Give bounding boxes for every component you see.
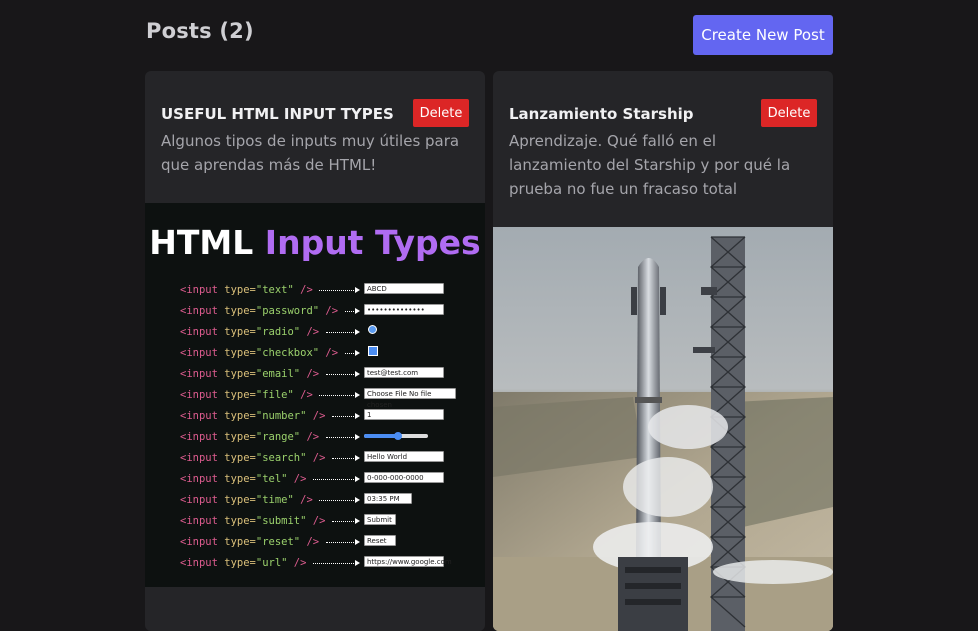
image-heading-purple: Input Types — [264, 223, 481, 262]
input-type-row: <input type="submit" /> Submit — [180, 511, 480, 532]
create-new-post-button[interactable]: Create New Post — [693, 15, 833, 55]
arrow-icon — [344, 350, 361, 356]
demo-input: •••••••••••••• — [364, 304, 444, 316]
code-snippet: <input type="submit" /> — [180, 515, 326, 527]
code-snippet: <input type="file" /> — [180, 389, 313, 401]
image-heading-white: HTML — [149, 223, 254, 262]
demo-input: Hello World — [364, 451, 444, 463]
input-type-row: <input type="radio" /> — [180, 322, 480, 343]
input-type-row: <input type="range" /> — [180, 427, 480, 448]
input-type-row: <input type="password" /> •••••••••••••• — [180, 301, 480, 322]
delete-button[interactable]: Delete — [761, 99, 817, 127]
arrow-icon — [325, 434, 361, 440]
post-card: Lanzamiento Starship Delete Aprendizaje.… — [493, 71, 833, 631]
post-title: USEFUL HTML INPUT TYPES — [161, 105, 394, 123]
input-type-row: <input type="time" /> 03:35 PM — [180, 490, 480, 511]
input-type-row: <input type="url" /> https://www.google.c… — [180, 553, 480, 574]
demo-input — [364, 430, 428, 442]
code-snippet: <input type="tel" /> — [180, 473, 307, 485]
demo-input: Submit — [364, 514, 396, 526]
code-snippet: <input type="email" /> — [180, 368, 320, 380]
demo-input: test@test.com — [364, 367, 444, 379]
demo-input: 03:35 PM — [364, 493, 412, 505]
post-card: USEFUL HTML INPUT TYPES Delete Algunos t… — [145, 71, 485, 631]
input-type-row: <input type="email" /> test@test.com — [180, 364, 480, 385]
demo-input — [364, 325, 377, 337]
arrow-icon — [332, 413, 360, 419]
arrow-icon — [325, 329, 361, 335]
arrow-icon — [313, 476, 360, 482]
code-snippet: <input type="text" /> — [180, 284, 313, 296]
input-type-row: <input type="text" /> ABCD — [180, 280, 480, 301]
demo-input: 1 — [364, 409, 444, 421]
demo-input: ABCD — [364, 283, 444, 295]
code-snippet: <input type="range" /> — [180, 431, 320, 443]
arrow-icon — [332, 455, 360, 461]
demo-input: Choose File No file chosen — [364, 388, 456, 409]
code-snippet: <input type="number" /> — [180, 410, 326, 422]
input-type-row: <input type="file" /> Choose File No file… — [180, 385, 480, 409]
image-heading: HTML Input Types — [145, 223, 485, 262]
code-snippet: <input type="checkbox" /> — [180, 347, 339, 359]
arrow-icon — [344, 308, 361, 314]
arrow-icon — [319, 287, 360, 293]
post-image-html-input-types: HTML Input Types <input type="text" /> AB… — [145, 203, 485, 587]
input-type-row: <input type="number" /> 1 — [180, 406, 480, 427]
code-snippet: <input type="search" /> — [180, 452, 326, 464]
post-image-starship-launch — [493, 227, 833, 631]
demo-input — [364, 346, 378, 358]
post-description: Algunos tipos de inputs muy útiles para … — [161, 132, 460, 174]
demo-input: https://www.google.com — [364, 556, 452, 568]
demo-input: Reset — [364, 535, 396, 547]
code-snippet: <input type="password" /> — [180, 305, 339, 317]
delete-button[interactable]: Delete — [413, 99, 469, 127]
code-snippet: <input type="time" /> — [180, 494, 313, 506]
starship-photo — [493, 227, 833, 631]
page-header: Posts (2) Create New Post — [146, 14, 833, 56]
demo-input: 0-000-000-0000 — [364, 472, 444, 484]
arrow-icon — [313, 560, 360, 566]
code-snippet: <input type="url" /> — [180, 557, 307, 569]
code-snippet: <input type="reset" /> — [180, 536, 320, 548]
input-type-row: <input type="checkbox" /> — [180, 343, 480, 364]
page-title: Posts (2) — [146, 19, 254, 43]
arrow-icon — [319, 392, 360, 398]
arrow-icon — [325, 539, 361, 545]
post-description: Aprendizaje. Qué falló en el lanzamiento… — [509, 132, 791, 198]
arrow-icon — [325, 371, 361, 377]
input-type-row: <input type="reset" /> Reset — [180, 532, 480, 553]
arrow-icon — [319, 497, 360, 503]
arrow-icon — [332, 518, 360, 524]
input-type-row: <input type="search" /> Hello World — [180, 448, 480, 469]
input-type-row: <input type="tel" /> 0-000-000-0000 — [180, 469, 480, 490]
post-title: Lanzamiento Starship — [509, 105, 694, 123]
code-snippet: <input type="radio" /> — [180, 326, 320, 338]
